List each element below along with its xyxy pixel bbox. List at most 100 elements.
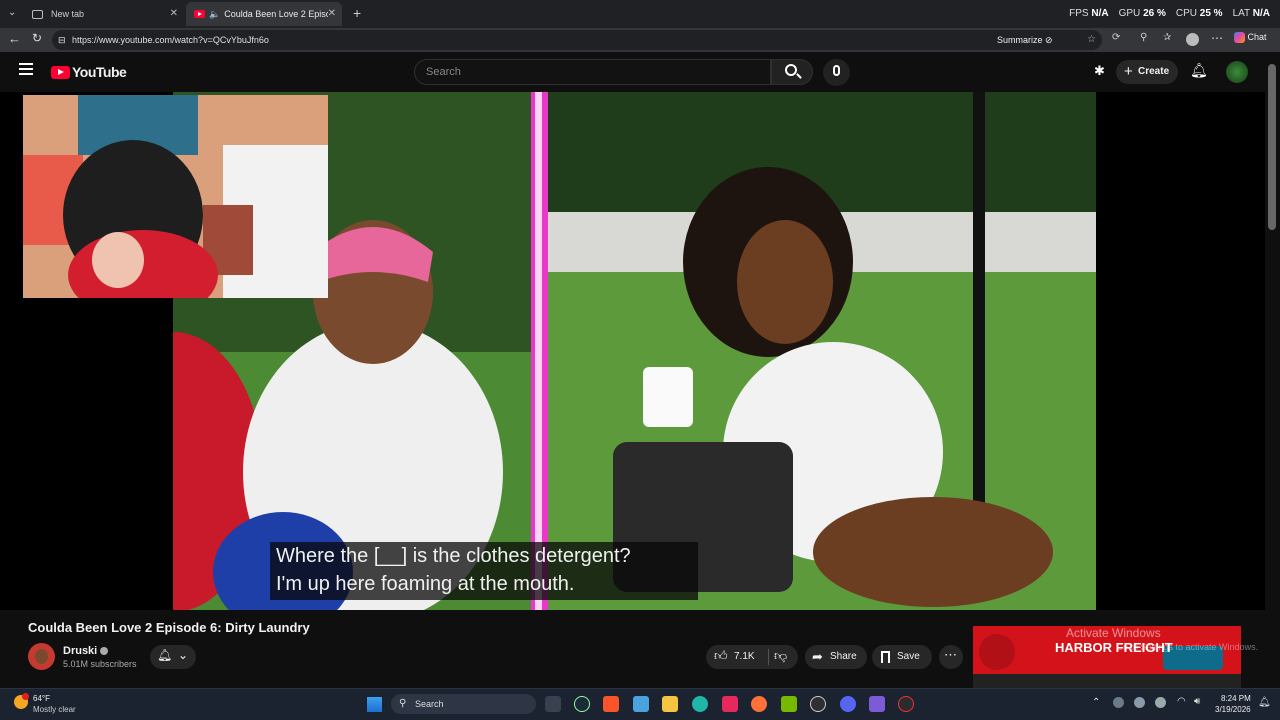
tab-new-tab[interactable]: New tab ✕ [24,2,184,26]
brave-icon[interactable] [603,696,619,712]
taskbar-search-label: Search [415,699,444,709]
app-icon[interactable] [898,696,914,712]
dislike-button[interactable]: 👎︎ [774,648,787,664]
performance-overlay: FPS N/A GPU 26 % CPU 25 % LAT N/A [1069,8,1270,19]
video-title: Coulda Been Love 2 Episode 6: Dirty Laun… [28,620,310,635]
browser-nav-bar: ← ↻ ⊟ https://www.youtube.com/watch?v=QC… [0,28,1280,52]
chat-label: Chat [1247,32,1267,42]
tab-title: New tab [51,9,85,19]
share-arrow-icon: ➦ [812,649,823,664]
channel-avatar[interactable] [28,643,55,670]
search-icon: ⚲ [399,698,407,709]
caption-line-2: I'm up here foaming at the mouth. [276,573,575,595]
volume-icon[interactable]: 🔊︎ [1194,696,1200,707]
search-input[interactable]: Search [414,59,771,85]
tab-title: Coulda Been Love 2 Episode 6 [224,9,328,19]
app-grid-icon[interactable] [869,696,885,712]
site-info-icon[interactable]: ⊟ [58,30,66,50]
show-hidden-icons-chevron-icon[interactable]: ⌃ [1092,697,1100,708]
task-view-icon[interactable] [545,696,561,712]
save-button[interactable]: Save [872,645,932,669]
menu-dots-icon[interactable]: ⋯ [1211,31,1223,45]
tiktok-icon[interactable] [722,696,738,712]
cpu-value: 25 % [1199,8,1223,19]
collections-icon[interactable]: ⚲ [1140,32,1147,43]
fps-value: N/A [1091,8,1109,19]
favorite-star-icon[interactable]: ☆ [1087,30,1096,50]
edge-browser-icon[interactable] [692,696,708,712]
notifications-bell-icon[interactable]: 🔔︎ [1190,62,1208,79]
tab-youtube[interactable]: 🔈 Coulda Been Love 2 Episode 6 ✕ [186,2,342,26]
verified-badge-icon [100,647,109,656]
video-captions: Where the [__] is the clothes detergent?… [270,542,698,600]
browser-tab-bar: ⌄ New tab ✕ 🔈 Coulda Been Love 2 Episode… [0,0,1280,28]
extensions-icon[interactable]: ⟳ [1112,32,1120,43]
youtube-logo-text: YouTube [72,64,127,80]
windows-activation-watermark: Activate Windows [1066,626,1161,640]
hamburger-menu-icon[interactable] [19,63,33,75]
chevron-down-icon: ⌄ [178,648,189,662]
search-button[interactable] [771,59,813,85]
firefox-icon[interactable] [751,696,767,712]
taskbar-clock-date[interactable]: 3/19/2026 [1215,705,1251,714]
wifi-icon[interactable]: ◠ [1177,696,1186,707]
steam-icon[interactable] [574,696,590,712]
gpu-label: GPU [1118,8,1141,19]
notifications-icon[interactable]: 🔔︎ [1258,697,1271,708]
file-explorer-icon[interactable] [662,696,678,712]
close-tab-icon[interactable]: ✕ [328,8,336,19]
back-arrow-icon[interactable]: ← [8,31,21,46]
obs-icon[interactable] [810,696,826,712]
channel-name[interactable]: Druski [63,645,109,657]
like-button[interactable]: 👍︎ [714,648,728,664]
speaker-icon[interactable]: 🔈 [209,9,220,20]
like-count: 7.1K [734,651,755,662]
taskbar-clock-time[interactable]: 8:24 PM [1221,694,1251,703]
windows-start-icon[interactable] [367,697,382,712]
create-label: Create [1138,66,1170,77]
weather-alert-badge [22,693,29,700]
taskbar-search[interactable]: ⚲ Search [391,694,536,714]
network-tray-icon[interactable] [1134,697,1145,708]
close-tab-icon[interactable]: ✕ [170,8,178,19]
address-bar[interactable]: ⊟ https://www.youtube.com/watch?v=QCvYbu… [52,30,1102,50]
save-label: Save [897,651,920,662]
new-tab-plus-icon[interactable]: + [353,5,361,21]
streamer-webcam-overlay [23,95,328,298]
profile-avatar[interactable] [1186,33,1199,46]
tray-app-icon[interactable] [1155,697,1166,708]
bell-icon: 🔔︎ [157,648,173,662]
search-placeholder: Search [426,66,461,78]
copilot-chat-button[interactable]: Chat [1234,32,1267,44]
video-player[interactable]: Where the [__] is the clothes detergent?… [0,92,1265,610]
url-text: https://www.youtube.com/watch?v=QCvYbuJf… [72,35,269,45]
youtube-favicon-icon [194,10,205,18]
youtube-play-icon [51,65,70,79]
create-button[interactable]: + Create [1116,60,1178,84]
cast-icon[interactable]: ✱ [1094,63,1105,79]
weather-description: Mostly clear [33,705,76,714]
subscription-notifications-button[interactable]: 🔔︎ ⌄ [150,645,196,669]
youtube-header: YouTube Search ✱ + Create 🔔︎ [0,52,1280,92]
caption-line-1: Where the [__] is the clothes detergent? [276,545,631,567]
account-avatar[interactable] [1226,61,1248,83]
refresh-icon[interactable]: ↻ [32,31,42,45]
lat-label: LAT [1232,8,1250,19]
lat-value: N/A [1252,8,1270,19]
voice-search-button[interactable] [823,59,850,86]
share-label: Share [830,651,857,662]
page-scrollbar[interactable] [1268,64,1276,230]
copilot-icon [1234,32,1245,44]
favorites-icon[interactable]: ✰ [1163,32,1171,43]
discord-icon[interactable] [840,696,856,712]
cpu-label: CPU [1175,8,1197,19]
steam-tray-icon[interactable] [1113,697,1124,708]
youtube-logo[interactable]: YouTube [51,64,127,80]
channel-name-text: Druski [63,645,98,657]
tab-list-chevron-icon[interactable]: ⌄ [8,7,16,18]
summarize-button[interactable]: Summarize ⊘ [997,30,1053,50]
more-actions-button[interactable]: ⋯ [939,645,963,669]
notepad-icon[interactable] [633,696,649,712]
share-button[interactable]: ➦ Share [805,645,867,669]
nvidia-icon[interactable] [781,696,797,712]
